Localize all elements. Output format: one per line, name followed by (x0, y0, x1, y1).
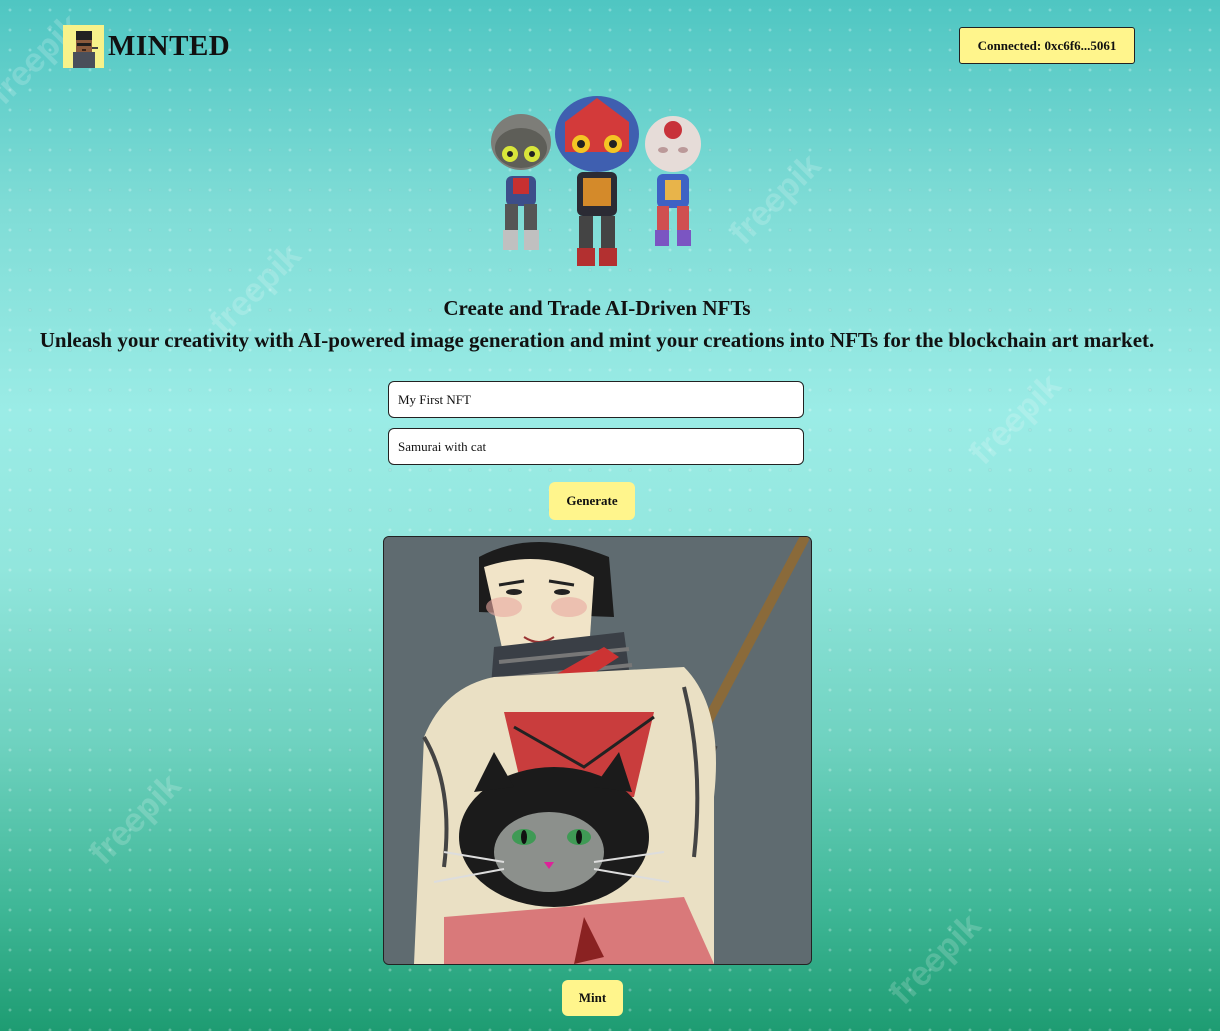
brand-name: MINTED (108, 30, 231, 62)
mint-button[interactable]: Mint (562, 980, 623, 1016)
prompt-input[interactable] (388, 428, 804, 465)
generated-image (383, 536, 812, 965)
robot-left-figure (491, 114, 551, 250)
wallet-connected-button[interactable]: Connected: 0xc6f6...5061 (959, 27, 1135, 64)
samurai-cat-artwork (384, 537, 811, 964)
watermark: freepik (722, 146, 829, 253)
watermark: freepik (82, 766, 189, 873)
watermark: freepik (962, 366, 1069, 473)
page-subtitle: Unleash your creativity with AI-powered … (39, 328, 1155, 352)
robot-right-figure (645, 116, 701, 246)
nft-name-input[interactable] (388, 381, 804, 418)
brand-logo[interactable]: MINTED (63, 25, 230, 68)
watermark: freepik (882, 906, 989, 1013)
hero-robots-image (491, 96, 701, 266)
robot-middle-figure (555, 96, 639, 266)
generate-button[interactable]: Generate (549, 482, 635, 520)
watermark: freepik (202, 236, 309, 343)
page-title: Create and Trade AI-Driven NFTs (443, 296, 751, 320)
pixel-avatar-icon (63, 25, 104, 68)
